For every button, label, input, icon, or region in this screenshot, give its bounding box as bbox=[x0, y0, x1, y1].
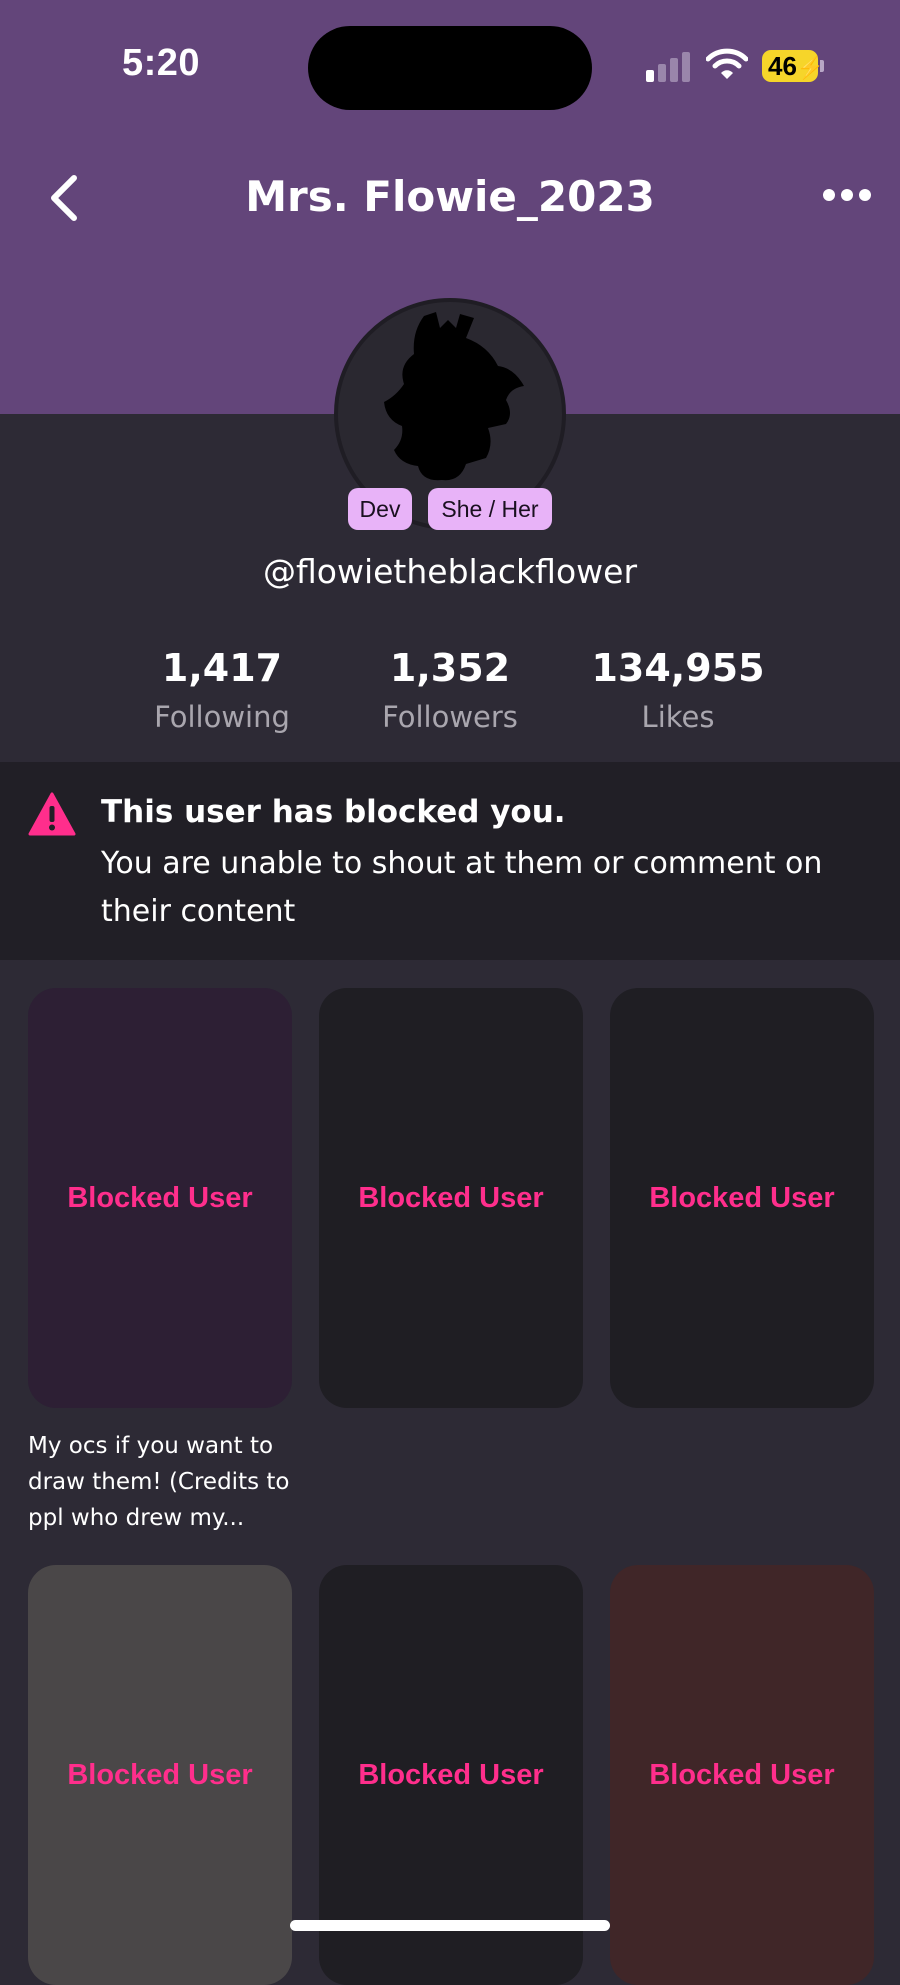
blocked-user-label: Blocked User bbox=[358, 1181, 544, 1214]
more-options-icon[interactable] bbox=[822, 188, 872, 202]
home-indicator[interactable] bbox=[290, 1920, 610, 1931]
followers-stat[interactable]: 1,352 Followers bbox=[340, 646, 560, 734]
wifi-icon bbox=[706, 48, 748, 79]
page-title: Mrs. Flowie_2023 bbox=[245, 172, 655, 221]
dev-badge: Dev bbox=[348, 488, 412, 530]
followers-count: 1,352 bbox=[389, 646, 511, 690]
blocked-user-label: Blocked User bbox=[67, 1181, 253, 1214]
dynamic-island bbox=[308, 26, 592, 110]
battery-level: 46 bbox=[768, 51, 797, 81]
following-count: 1,417 bbox=[161, 646, 283, 690]
blocked-message: You are unable to shout at them or comme… bbox=[101, 846, 823, 929]
likes-stat: 134,955 Likes bbox=[568, 646, 788, 734]
user-handle: @flowietheblackflower bbox=[262, 552, 638, 591]
post-tile[interactable]: Blocked User bbox=[610, 988, 874, 1408]
post-tile[interactable]: Blocked User bbox=[610, 1565, 874, 1985]
blocked-user-label: Blocked User bbox=[649, 1758, 835, 1791]
following-stat[interactable]: 1,417 Following bbox=[112, 646, 332, 734]
post-tile[interactable]: Blocked User bbox=[28, 988, 292, 1408]
warning-icon bbox=[28, 792, 76, 836]
post-caption[interactable]: My ocs if you want to draw them! (Credit… bbox=[28, 1428, 298, 1536]
pronouns-badge: She / Her bbox=[428, 488, 552, 530]
post-tile[interactable]: Blocked User bbox=[319, 988, 583, 1408]
likes-label: Likes bbox=[641, 700, 715, 734]
post-tile[interactable]: Blocked User bbox=[28, 1565, 292, 1985]
likes-count: 134,955 bbox=[591, 646, 765, 690]
cellular-signal-icon bbox=[646, 52, 690, 82]
following-label: Following bbox=[154, 700, 290, 734]
status-time: 5:20 bbox=[122, 42, 201, 84]
blocked-user-label: Blocked User bbox=[67, 1758, 253, 1791]
blocked-user-label: Blocked User bbox=[649, 1181, 835, 1214]
followers-label: Followers bbox=[382, 700, 518, 734]
blocked-title: This user has blocked you. bbox=[101, 794, 566, 830]
blocked-user-label: Blocked User bbox=[358, 1758, 544, 1791]
battery-nub bbox=[820, 60, 824, 72]
battery-icon: 46⚡ bbox=[762, 50, 824, 82]
back-chevron-icon[interactable] bbox=[46, 174, 82, 222]
